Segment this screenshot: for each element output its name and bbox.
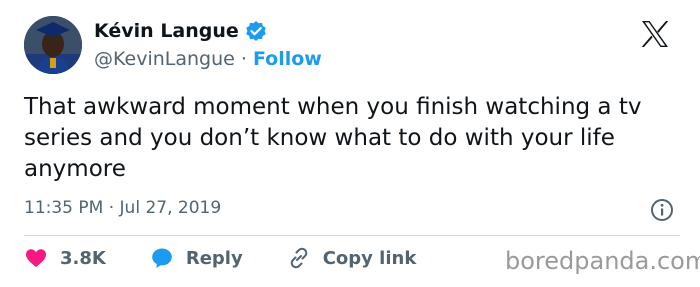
reply-button[interactable]: Reply (150, 246, 243, 270)
display-name-row[interactable]: Kévin Langue (94, 20, 267, 42)
info-icon[interactable] (650, 198, 674, 222)
reply-bubble-icon (152, 248, 172, 268)
avatar-image (24, 16, 82, 74)
handle[interactable]: @KevinLangue (94, 48, 235, 70)
link-icon (290, 247, 307, 269)
display-name[interactable]: Kévin Langue (94, 20, 239, 42)
copy-link-button[interactable]: Copy link (287, 246, 417, 270)
tweet-text: That awkward moment when you finish watc… (24, 94, 642, 182)
like-count: 3.8K (60, 247, 106, 269)
divider (24, 235, 680, 236)
verified-badge-icon (245, 21, 266, 41)
like-button[interactable]: 3.8K (24, 246, 106, 270)
reply-label: Reply (185, 247, 243, 269)
separator-dot: · (234, 48, 253, 70)
avatar[interactable] (24, 16, 82, 74)
watermark: boredpanda.com (505, 247, 700, 275)
follow-button[interactable]: Follow (253, 48, 322, 70)
x-logo-icon[interactable] (640, 20, 670, 48)
action-bar: 3.8K Reply Copy link (24, 246, 460, 270)
copy-link-label: Copy link (322, 247, 417, 269)
handle-row: @KevinLangue · Follow (94, 48, 322, 70)
timestamp[interactable]: 11:35 PM · Jul 27, 2019 (24, 198, 221, 218)
heart-icon (26, 249, 46, 267)
